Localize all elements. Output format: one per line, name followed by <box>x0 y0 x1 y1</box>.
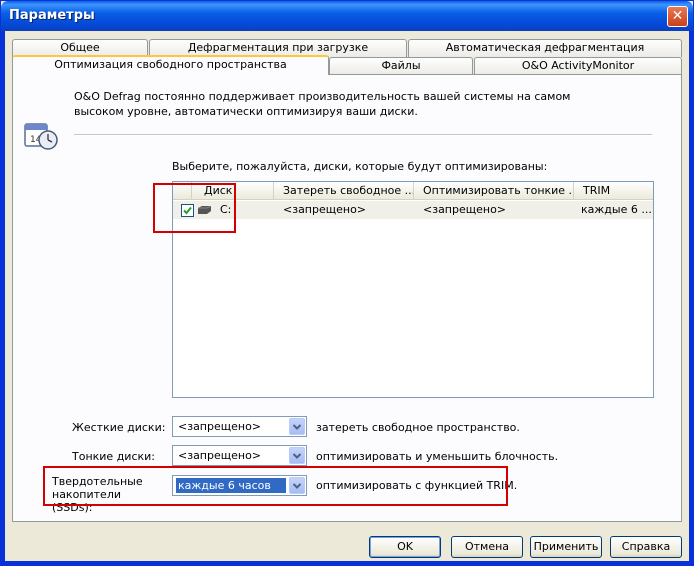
hdd-dropdown[interactable]: <запрещено> <box>172 416 307 437</box>
close-icon: ✕ <box>671 8 684 24</box>
disk-list-header: Диск Затереть свободное ... Оптимизирова… <box>173 182 653 200</box>
description-text: O&O Defrag постоянно поддерживает произв… <box>74 90 571 118</box>
window-frame-bottom <box>1 561 694 565</box>
tab-label: Общее <box>60 41 100 54</box>
column-header-trim[interactable]: TRIM <box>574 182 653 200</box>
cancel-button[interactable]: Отмена <box>451 536 523 558</box>
thin-description: оптимизировать и уменьшить блочность. <box>316 450 559 463</box>
tab-activity-monitor[interactable]: O&O ActivityMonitor <box>474 57 682 75</box>
chevron-down-icon <box>292 453 302 459</box>
tab-label: Автоматическая дефрагментация <box>445 41 645 54</box>
column-header-thin[interactable]: Оптимизировать тонкие ... <box>414 182 574 200</box>
thin-dropdown-button[interactable] <box>289 447 305 464</box>
thin-label: Тонкие диски: <box>72 450 155 463</box>
hdd-dropdown-value: <запрещено> <box>178 420 262 433</box>
disk-select-prompt: Выберите, пожалуйста, диски, которые буд… <box>172 160 548 173</box>
tab-label: Оптимизация свободного пространства <box>54 58 287 71</box>
options-dialog: Параметры ✕ Общее Дефрагментация при заг… <box>0 0 694 566</box>
title-bar[interactable]: Параметры ✕ <box>1 1 693 31</box>
tab-files[interactable]: Файлы <box>329 57 473 75</box>
hdd-label: Жесткие диски: <box>72 421 166 434</box>
hdd-description: затереть свободное пространство. <box>316 421 520 434</box>
disk-list[interactable]: Диск Затереть свободное ... Оптимизирова… <box>172 181 654 398</box>
highlight-box-disk <box>153 183 236 233</box>
apply-button[interactable]: Применить <box>530 536 602 558</box>
window-frame-right <box>689 31 693 566</box>
tab-free-space-optimization[interactable]: Оптимизация свободного пространства <box>12 55 329 75</box>
chevron-down-icon <box>292 424 302 430</box>
window-title: Параметры <box>9 8 95 23</box>
tab-label: Дефрагментация при загрузке <box>187 41 369 54</box>
thin-dropdown[interactable]: <запрещено> <box>172 445 307 466</box>
tab-label: O&O ActivityMonitor <box>521 59 635 72</box>
tab-auto-defrag[interactable]: Автоматическая дефрагментация <box>408 39 682 57</box>
thin-dropdown-value: <запрещено> <box>178 449 262 462</box>
disk-wipe-value: <запрещено> <box>283 203 367 216</box>
separator <box>74 134 652 136</box>
close-button[interactable]: ✕ <box>667 6 688 27</box>
column-header-wipe[interactable]: Затереть свободное ... <box>274 182 414 200</box>
tab-label: Файлы <box>381 59 421 72</box>
disk-thin-value: <запрещено> <box>423 203 507 216</box>
calendar-clock-icon: 14 <box>24 123 58 150</box>
help-button[interactable]: Справка <box>610 536 682 558</box>
ok-button[interactable]: OK <box>369 536 441 558</box>
highlight-box-ssd <box>43 466 508 506</box>
disk-trim-value: каждые 6 ... <box>581 203 651 216</box>
window-frame-left <box>1 31 5 566</box>
hdd-dropdown-button[interactable] <box>289 418 305 435</box>
disk-row-c[interactable]: C: <запрещено> <запрещено> каждые 6 ... <box>173 201 653 219</box>
